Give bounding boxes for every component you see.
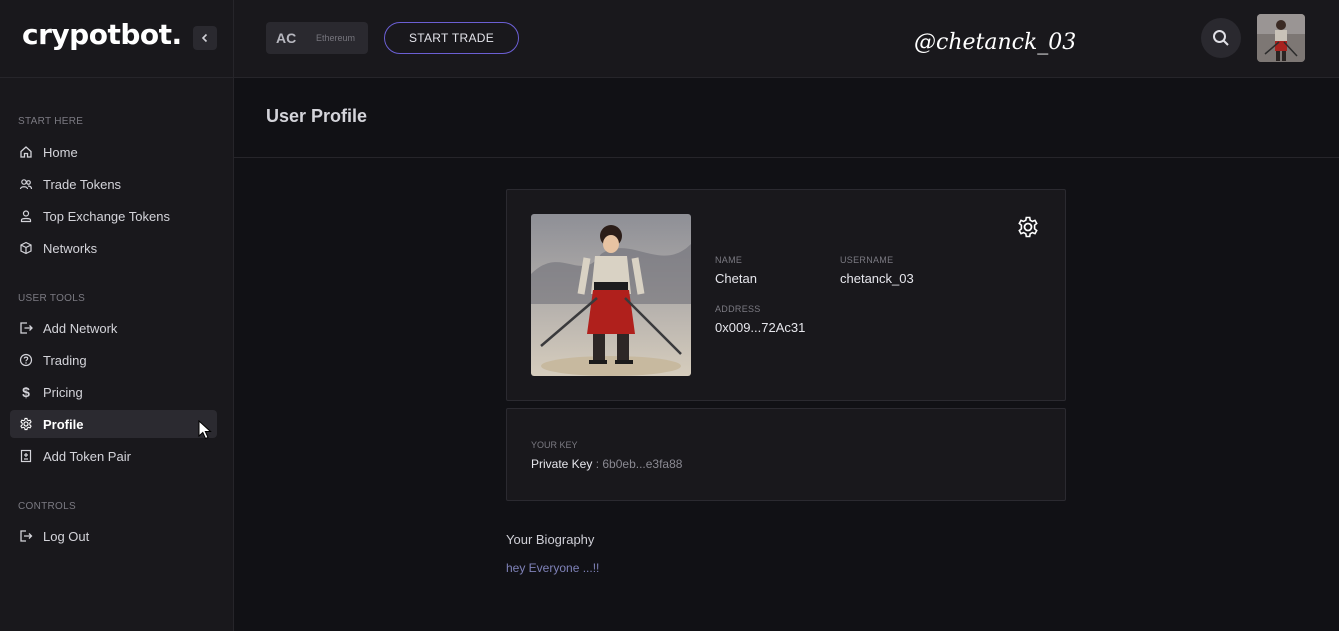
profile-card: NAME Chetan USERNAME chetanck_03 ADDRESS… xyxy=(506,189,1066,401)
users-icon xyxy=(18,176,34,192)
sidebar: crypotbot. START HERE Home Trade Tokens … xyxy=(0,0,234,631)
username-label: USERNAME xyxy=(840,255,894,265)
token-pair-icon xyxy=(18,448,34,464)
chevron-left-icon xyxy=(201,33,208,43)
username-value: chetanck_03 xyxy=(840,271,914,286)
user-avatar[interactable] xyxy=(1257,14,1305,62)
private-key-line: Private Key : 6b0eb...e3fa88 xyxy=(531,457,682,471)
mouse-cursor-icon xyxy=(198,419,212,445)
dollar-icon: $ xyxy=(22,384,30,400)
sidebar-item-label: Log Out xyxy=(43,528,90,544)
private-key-separator: : xyxy=(592,457,603,471)
gear-icon xyxy=(1018,216,1038,238)
user-icon xyxy=(18,208,34,224)
search-button[interactable] xyxy=(1201,18,1241,58)
start-trade-button[interactable]: START TRADE xyxy=(384,22,519,54)
address-value: 0x009...72Ac31 xyxy=(715,320,806,335)
app: crypotbot. START HERE Home Trade Tokens … xyxy=(0,0,1339,631)
section-user-tools: USER TOOLS xyxy=(18,293,86,304)
biography-text: hey Everyone ...!! xyxy=(506,561,600,575)
biography-title: Your Biography xyxy=(506,532,595,547)
your-key-label: YOUR KEY xyxy=(531,440,578,450)
section-controls: CONTROLS xyxy=(18,501,76,512)
collapse-sidebar-button[interactable] xyxy=(193,26,217,50)
sidebar-item-label: Pricing xyxy=(43,384,83,400)
sidebar-item-networks[interactable]: Networks xyxy=(10,234,217,262)
sidebar-item-top-exchange-tokens[interactable]: Top Exchange Tokens xyxy=(10,202,217,230)
home-icon xyxy=(18,144,34,160)
page-header: User Profile xyxy=(234,78,1339,158)
sidebar-item-trade-tokens[interactable]: Trade Tokens xyxy=(10,170,217,198)
name-label: NAME xyxy=(715,255,743,265)
topbar: AC Ethereum START TRADE @chetanck_03 xyxy=(234,0,1339,78)
page-title: User Profile xyxy=(266,106,368,126)
logout-icon xyxy=(18,528,34,544)
sidebar-item-trading[interactable]: Trading xyxy=(10,346,217,374)
sidebar-item-log-out[interactable]: Log Out xyxy=(10,522,217,550)
sidebar-item-label: Add Token Pair xyxy=(43,448,131,464)
avatar-image xyxy=(1257,14,1305,62)
sidebar-item-add-network[interactable]: Add Network xyxy=(10,314,217,342)
sidebar-item-label: Profile xyxy=(43,416,84,432)
brand-bar: crypotbot. xyxy=(0,0,233,78)
profile-avatar-image xyxy=(531,214,691,376)
watermark-text: @chetanck_03 xyxy=(914,30,1077,55)
sidebar-item-label: Trading xyxy=(43,352,87,368)
chain-selector[interactable]: AC Ethereum xyxy=(266,22,368,54)
sidebar-item-profile[interactable]: Profile xyxy=(10,410,217,438)
private-key-value[interactable]: 6b0eb...e3fa88 xyxy=(602,457,682,471)
sidebar-item-home[interactable]: Home xyxy=(10,138,217,166)
section-start-here: START HERE xyxy=(18,116,84,127)
sidebar-item-label: Add Network xyxy=(43,320,118,336)
key-card: YOUR KEY Private Key : 6b0eb...e3fa88 xyxy=(506,408,1066,501)
address-label: ADDRESS xyxy=(715,304,761,314)
gear-icon xyxy=(18,416,34,432)
login-icon xyxy=(18,320,34,336)
help-circle-icon xyxy=(18,352,34,368)
chain-abbr: AC xyxy=(276,30,297,46)
sidebar-item-label: Home xyxy=(43,144,78,160)
profile-avatar xyxy=(531,214,691,376)
private-key-title: Private Key xyxy=(531,457,593,471)
profile-settings-button[interactable] xyxy=(1015,214,1041,240)
name-value: Chetan xyxy=(715,271,757,286)
chain-name: Ethereum xyxy=(316,33,356,43)
app-logo[interactable]: crypotbot. xyxy=(22,18,182,51)
sidebar-item-label: Networks xyxy=(43,240,98,256)
cube-icon xyxy=(18,240,34,256)
sidebar-item-label: Trade Tokens xyxy=(43,176,122,192)
sidebar-item-pricing[interactable]: $ Pricing xyxy=(10,378,217,406)
sidebar-item-add-token-pair[interactable]: Add Token Pair xyxy=(10,442,217,470)
search-icon xyxy=(1213,30,1229,46)
sidebar-item-label: Top Exchange Tokens xyxy=(43,208,170,224)
